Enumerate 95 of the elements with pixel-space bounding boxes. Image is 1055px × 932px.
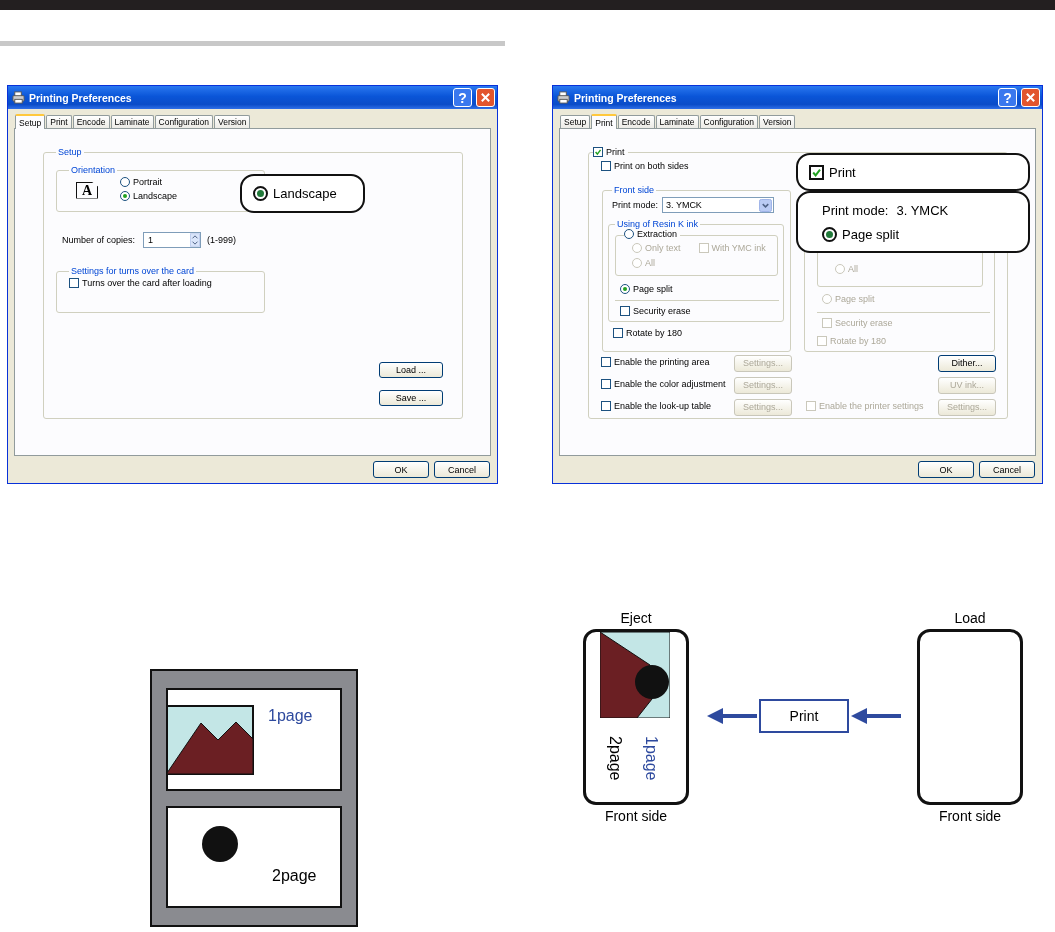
checkbox[interactable] <box>601 357 611 367</box>
option-label: Landscape <box>133 191 178 201</box>
field-value: 3. YMCK <box>896 202 949 218</box>
checkbox[interactable] <box>69 278 79 288</box>
process-box: Print <box>759 699 849 733</box>
radio-button[interactable] <box>120 191 130 201</box>
option-label: Page split <box>633 284 673 294</box>
field-label: Print mode: <box>822 202 889 218</box>
option-label: Security erase <box>633 306 691 316</box>
dropdown[interactable]: 3. YMCK <box>662 197 775 213</box>
page-icon: A <box>76 181 98 199</box>
option-label: Enable the look-up table <box>614 401 712 411</box>
option-label: Page split <box>835 294 875 304</box>
diagram-label: Eject <box>620 610 652 626</box>
option-label: Print <box>606 147 625 157</box>
option-label: Security erase <box>835 318 893 328</box>
option-label: Extraction <box>637 229 678 239</box>
range-hint: (1-999) <box>207 235 237 245</box>
close-button[interactable] <box>1021 88 1040 107</box>
radio-button[interactable] <box>620 284 630 294</box>
dialog-button[interactable]: Cancel <box>979 461 1035 478</box>
option-label: Rotate by 180 <box>626 328 683 338</box>
option-label: Print <box>829 164 856 180</box>
option-label: Enable the printing area <box>614 357 710 367</box>
option-label: Print on both sides <box>614 161 689 171</box>
option-label: All <box>645 258 655 268</box>
checkbox[interactable] <box>613 328 623 338</box>
spinner-icon[interactable] <box>190 233 201 247</box>
option-label: Only text <box>645 243 681 253</box>
tab[interactable]: Print <box>46 115 72 128</box>
group-title: Orientation <box>70 165 117 175</box>
group-title: Settings for turns over the card <box>70 266 196 276</box>
tab[interactable]: Setup <box>560 115 591 128</box>
radio-button[interactable] <box>120 177 130 187</box>
tab[interactable]: Configuration <box>699 115 759 128</box>
tab[interactable]: Version <box>759 115 796 128</box>
radio-button[interactable] <box>253 186 268 201</box>
action-button[interactable]: Load ... <box>379 362 443 378</box>
window-title: Printing Preferences <box>574 91 678 104</box>
group-title: Front side <box>613 185 656 195</box>
page-label: 2page <box>272 866 317 885</box>
option-label: Enable the printer settings <box>819 401 924 411</box>
radio-button[interactable] <box>822 226 837 242</box>
close-button[interactable] <box>476 88 495 107</box>
option-label: With YMC ink <box>711 243 766 253</box>
arrow <box>851 708 901 724</box>
tab[interactable]: Encode <box>617 115 655 128</box>
page-label: 1page <box>642 736 660 781</box>
page-label: 2page <box>606 736 624 781</box>
diagram-label: Load <box>954 610 986 626</box>
printer-icon <box>12 91 25 104</box>
checkbox[interactable] <box>601 379 611 389</box>
window-title: Printing Preferences <box>29 91 133 104</box>
dialog-button[interactable]: Cancel <box>434 461 490 478</box>
tab[interactable]: Configuration <box>154 115 214 128</box>
number-field[interactable]: 1 <box>143 232 202 248</box>
action-button[interactable]: Save ... <box>379 390 443 406</box>
option-label: Enable the color adjustment <box>614 379 726 389</box>
checkmark-icon <box>594 148 602 156</box>
group-title: Setup <box>57 147 83 157</box>
radio-button[interactable] <box>624 229 634 239</box>
checkbox[interactable] <box>809 164 824 180</box>
option-label: All <box>848 264 858 274</box>
help-button[interactable]: ? <box>998 88 1017 107</box>
help-button[interactable]: ? <box>453 88 472 107</box>
option-label: Page split <box>842 226 900 242</box>
checkbox[interactable] <box>593 147 603 157</box>
dialog-button[interactable]: OK <box>918 461 974 478</box>
group-title: Using of Resin K ink <box>616 219 700 229</box>
tab[interactable]: Encode <box>72 115 110 128</box>
option-label: Turns over the card after loading <box>82 278 212 288</box>
action-button[interactable]: Dither... <box>938 354 996 372</box>
close-icon <box>1025 92 1036 103</box>
tab[interactable]: Version <box>214 115 251 128</box>
checkmark-icon <box>811 166 822 178</box>
dot-drawing <box>201 824 239 863</box>
checkbox[interactable] <box>620 306 630 316</box>
page-label: 1page <box>268 707 313 725</box>
field-label: Print mode: <box>612 200 659 210</box>
option-label: Landscape <box>273 186 337 201</box>
tab[interactable]: Laminate <box>655 115 699 128</box>
diagram-label: Front side <box>938 808 1002 824</box>
option-label: Portrait <box>133 177 162 187</box>
printer-icon <box>557 91 570 104</box>
checkbox[interactable] <box>601 401 611 411</box>
diagram-label: Front side <box>604 808 668 824</box>
tab[interactable]: Setup <box>15 114 46 129</box>
close-icon <box>480 92 491 103</box>
tab[interactable]: Laminate <box>110 115 154 128</box>
tab[interactable]: Print <box>591 114 617 129</box>
dialog-button[interactable]: OK <box>373 461 429 478</box>
arrow <box>707 708 757 724</box>
checkbox[interactable] <box>601 161 611 171</box>
option-label: Rotate by 180 <box>830 336 887 346</box>
field-label: Number of copies: <box>62 235 136 245</box>
